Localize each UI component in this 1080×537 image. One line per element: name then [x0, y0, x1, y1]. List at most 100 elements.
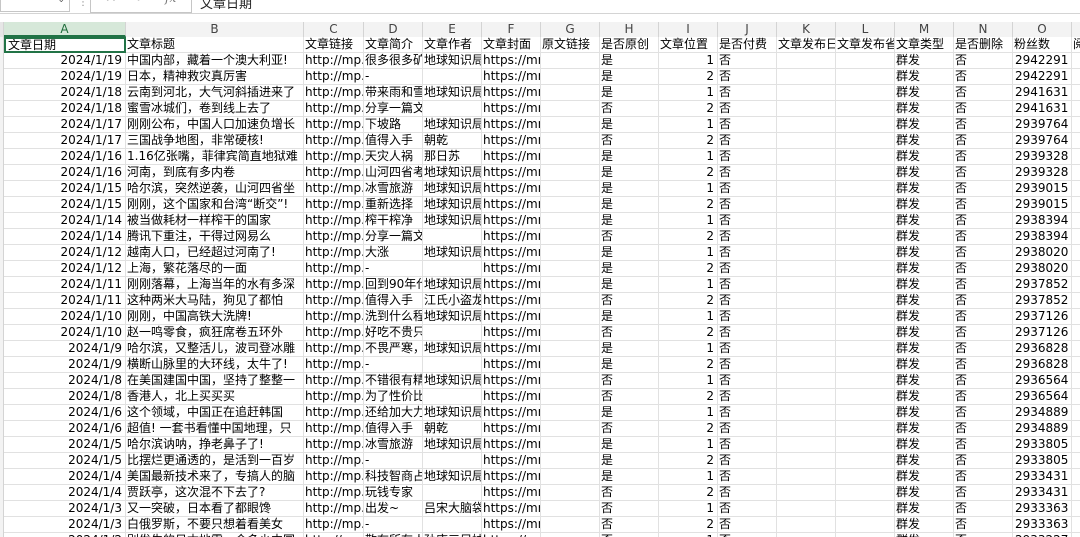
table-cell[interactable] [1072, 501, 1080, 517]
table-cell[interactable]: 是 [600, 165, 659, 181]
table-cell[interactable]: 是 [600, 53, 659, 69]
table-cell[interactable]: 2024/1/6 [4, 421, 126, 437]
table-cell[interactable]: 2024/1/14 [4, 213, 126, 229]
table-cell[interactable] [836, 85, 895, 101]
table-cell[interactable]: https://mmbiz.qpic.cn/ [482, 389, 541, 405]
table-cell[interactable] [1072, 261, 1080, 277]
table-cell[interactable]: 群发 [895, 501, 954, 517]
table-cell[interactable] [541, 325, 600, 341]
table-cell[interactable] [836, 453, 895, 469]
table-cell[interactable] [836, 309, 895, 325]
table-cell[interactable]: 否 [600, 389, 659, 405]
table-cell[interactable]: https://mmbiz.qpic.cn/ [482, 309, 541, 325]
column-header-G[interactable]: G [541, 22, 600, 37]
table-cell[interactable]: 否 [954, 85, 1013, 101]
header-cell[interactable]: 文章简介 [364, 37, 423, 53]
table-cell[interactable]: 2 [659, 69, 718, 85]
table-cell[interactable]: https://mmbiz.qpic.cn/ [482, 453, 541, 469]
table-cell[interactable]: https://mmbiz.qpic.cn/ [482, 133, 541, 149]
table-cell[interactable]: 2024/1/8 [4, 389, 126, 405]
column-header-H[interactable]: H [600, 22, 659, 37]
table-cell[interactable] [541, 117, 600, 133]
table-cell[interactable]: 2 [659, 357, 718, 373]
header-cell[interactable]: 原文链接 [541, 37, 600, 53]
table-cell[interactable]: 大涨 [364, 245, 423, 261]
table-cell[interactable]: https://mmbiz.qpic.cn/ [482, 101, 541, 117]
table-cell[interactable]: http://mp.w [304, 69, 364, 85]
table-cell[interactable]: 群发 [895, 133, 954, 149]
table-cell[interactable] [777, 117, 836, 133]
table-cell[interactable]: 2934889 [1013, 421, 1072, 437]
table-cell[interactable]: http://mp.w [304, 309, 364, 325]
table-cell[interactable]: 否 [954, 437, 1013, 453]
table-cell[interactable]: 蜜雪冰城们，卷到线上去了 [126, 101, 304, 117]
table-cell[interactable]: 否 [718, 341, 777, 357]
table-cell[interactable]: 2933227 [1013, 533, 1072, 537]
table-cell[interactable]: 科技智商占 [364, 469, 423, 485]
table-cell[interactable] [541, 421, 600, 437]
table-cell[interactable] [541, 437, 600, 453]
table-cell[interactable] [541, 533, 600, 537]
table-cell[interactable]: 超值! 一套书看懂中国地理，只 [126, 421, 304, 437]
table-cell[interactable]: http://mp.w [304, 501, 364, 517]
table-cell[interactable]: 群发 [895, 453, 954, 469]
table-cell[interactable]: 群发 [895, 181, 954, 197]
table-cell[interactable]: 否 [718, 181, 777, 197]
table-cell[interactable] [777, 389, 836, 405]
table-cell[interactable]: 2933431 [1013, 469, 1072, 485]
table-cell[interactable] [423, 453, 482, 469]
table-cell[interactable]: 白俄罗斯，不要只想着看美女 [126, 517, 304, 533]
table-cell[interactable]: 否 [718, 149, 777, 165]
table-cell[interactable]: 否 [718, 309, 777, 325]
table-cell[interactable]: 2941631 [1013, 85, 1072, 101]
table-cell[interactable]: 否 [954, 277, 1013, 293]
table-cell[interactable] [541, 101, 600, 117]
table-cell[interactable] [541, 341, 600, 357]
table-cell[interactable]: 冰雪旅游 [364, 437, 423, 453]
table-cell[interactable] [541, 517, 600, 533]
header-cell[interactable]: 阅 [1072, 37, 1080, 53]
table-cell[interactable]: http://mp.w [304, 533, 364, 537]
table-cell[interactable]: 2939015 [1013, 181, 1072, 197]
table-cell[interactable]: 否 [718, 325, 777, 341]
table-cell[interactable]: 敬布所有人 [364, 533, 423, 537]
table-cell[interactable]: 群发 [895, 389, 954, 405]
table-cell[interactable]: 否 [954, 69, 1013, 85]
table-cell[interactable]: 否 [718, 117, 777, 133]
table-cell[interactable] [541, 261, 600, 277]
table-cell[interactable] [777, 325, 836, 341]
header-cell[interactable]: 粉丝数 [1013, 37, 1072, 53]
table-cell[interactable]: 否 [600, 293, 659, 309]
table-cell[interactable]: 否 [954, 213, 1013, 229]
table-cell[interactable]: 云南到河北，大气河斜插进来了 [126, 85, 304, 101]
table-cell[interactable]: 别发生的日本地震，令多少中国 [126, 533, 304, 537]
table-cell[interactable]: 2942291 [1013, 53, 1072, 69]
table-cell[interactable]: 贾跃亭，这次混不下去了? [126, 485, 304, 501]
table-cell[interactable]: 2 [659, 517, 718, 533]
table-cell[interactable]: 否 [600, 229, 659, 245]
header-cell[interactable]: 文章位置 [659, 37, 718, 53]
table-cell[interactable]: 2024/1/9 [4, 341, 126, 357]
table-cell[interactable] [423, 517, 482, 533]
table-cell[interactable] [1072, 213, 1080, 229]
table-cell[interactable]: 1 [659, 533, 718, 537]
table-cell[interactable] [777, 357, 836, 373]
table-cell[interactable] [1072, 277, 1080, 293]
table-cell[interactable]: 2933805 [1013, 453, 1072, 469]
table-cell[interactable]: https://mmbiz.qpic.cn/ [482, 469, 541, 485]
table-cell[interactable] [541, 133, 600, 149]
table-cell[interactable] [836, 197, 895, 213]
table-cell[interactable]: 否 [600, 517, 659, 533]
table-cell[interactable] [777, 373, 836, 389]
table-cell[interactable]: 江氏小盗龙 [423, 293, 482, 309]
table-cell[interactable]: http://mp.w [304, 341, 364, 357]
table-cell[interactable]: 2942291 [1013, 69, 1072, 85]
table-cell[interactable]: 是 [600, 469, 659, 485]
table-cell[interactable]: 否 [718, 453, 777, 469]
table-cell[interactable]: 否 [954, 101, 1013, 117]
function-icon[interactable]: fx [165, 0, 176, 5]
table-cell[interactable]: 2938394 [1013, 213, 1072, 229]
table-cell[interactable]: https://mmbiz.qpic.cn/ [482, 501, 541, 517]
table-cell[interactable]: 2937852 [1013, 277, 1072, 293]
table-cell[interactable]: 群发 [895, 325, 954, 341]
